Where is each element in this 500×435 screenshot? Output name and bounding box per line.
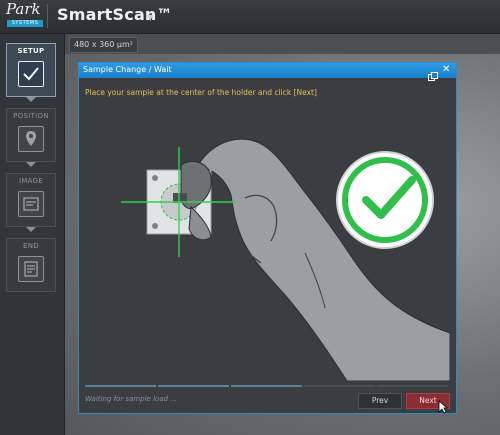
logo-subtext: SYSTEMS (7, 20, 43, 27)
image-icon (18, 191, 44, 217)
close-icon[interactable]: ✕ (442, 64, 450, 76)
sample-change-dialog: Sample Change / Wait ✕ Place your sample… (78, 62, 457, 414)
step-setup[interactable]: SETUP (6, 43, 56, 97)
step-label: POSITION (13, 112, 49, 120)
dialog-title: Sample Change / Wait (83, 65, 172, 74)
success-check-icon (336, 151, 434, 249)
step-label: IMAGE (18, 177, 44, 185)
top-bar: Park SYSTEMS SmartScan™ ▼ (0, 0, 500, 34)
report-icon (18, 256, 44, 282)
step-end[interactable]: END (6, 238, 56, 292)
step-label: SETUP (17, 47, 45, 55)
step-image[interactable]: IMAGE (6, 173, 56, 227)
progress-segment (158, 385, 229, 387)
mouse-cursor-icon (438, 399, 449, 414)
workflow-rail: SETUP POSITION IMAGE END (0, 34, 65, 435)
dialog-title-bar[interactable]: Sample Change / Wait ✕ (79, 63, 456, 81)
progress-segment (377, 385, 448, 387)
progress-segment (304, 385, 375, 387)
step-arrow-icon (26, 97, 36, 102)
dialog-instruction: Place your sample at the center of the h… (85, 88, 317, 97)
logo-text: Park (6, 0, 41, 18)
divider (47, 4, 48, 28)
chevron-down-icon[interactable]: ▼ (147, 13, 153, 22)
restore-icon[interactable] (428, 66, 438, 81)
app-title[interactable]: SmartScan™ (57, 5, 173, 24)
dialog-status: Waiting for sample load ... (85, 395, 177, 403)
step-arrow-icon (26, 227, 36, 232)
park-systems-logo: Park SYSTEMS (5, 0, 43, 30)
map-pin-icon (18, 126, 44, 152)
step-arrow-icon (26, 162, 36, 167)
prev-button[interactable]: Prev (358, 393, 402, 409)
step-position[interactable]: POSITION (6, 108, 56, 162)
sample-placement-illustration (85, 103, 451, 382)
progress-segment (231, 385, 302, 387)
checkmark-icon (18, 61, 44, 87)
progress-segment (85, 385, 156, 387)
step-label: END (23, 242, 39, 250)
scan-size-label: 480 x 360 μm² (69, 37, 138, 53)
